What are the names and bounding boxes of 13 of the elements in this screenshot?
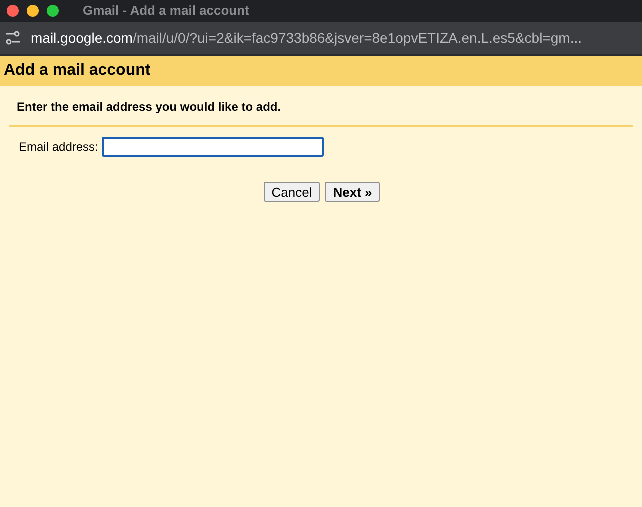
dialog-title: Add a mail account <box>4 61 151 81</box>
cancel-button[interactable]: Cancel <box>264 182 320 202</box>
window-control-icon[interactable] <box>47 5 59 17</box>
email-input-field[interactable] <box>102 137 324 157</box>
window-control-icon[interactable] <box>27 5 39 17</box>
site-settings-icon[interactable] <box>5 31 21 45</box>
field-label: Email address: <box>19 139 98 156</box>
window-title: Gmail - Add a mail account <box>83 2 250 20</box>
window-control-icon[interactable] <box>7 5 19 17</box>
next-button[interactable]: Next » <box>325 182 380 202</box>
url-text: mail.google.com/mail/u/0/?ui=2&ik=fac9733b86&jsver=8e1opvETIZA.en.L.es5&cbl=gm... <box>31 28 582 48</box>
instruction-text: Enter the email address you would like to add. <box>17 100 282 114</box>
address-bar[interactable]: mail.google.com/mail/u/0/?ui=2&ik=fac9733b86&jsver=8e1opvETIZA.en.L.es5&cbl=gm... <box>0 22 642 56</box>
